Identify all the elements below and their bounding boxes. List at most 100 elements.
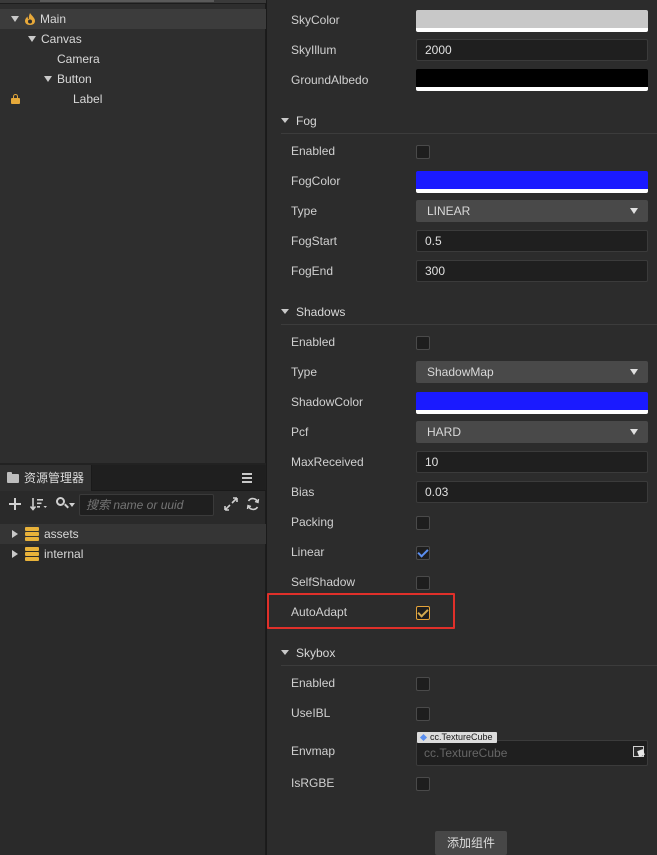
assets-toolbar <box>0 493 266 519</box>
envmap-type-tag: cc.TextureCube <box>417 732 497 743</box>
linear-label: Linear <box>291 545 325 559</box>
envmap-placeholder: cc.TextureCube <box>424 746 508 760</box>
asset-db-assets[interactable]: assets <box>0 524 266 544</box>
section-title: Skybox <box>296 646 336 660</box>
tree-label: Button <box>57 72 92 86</box>
sort-icon[interactable] <box>30 497 48 511</box>
assets-panel: 资源管理器 搜索 name or uuid assets internal <box>0 465 266 855</box>
skybox-enabled-label: Enabled <box>291 676 336 690</box>
fog-end-input[interactable]: 300 <box>416 260 648 282</box>
tree-label: Camera <box>57 52 100 66</box>
dropdown-arrow-icon <box>630 369 638 375</box>
assets-tabbar: 资源管理器 <box>0 465 266 491</box>
inspector-panel: SkyColor SkyIllum 2000 GroundAlbedo Fog … <box>266 0 657 855</box>
sky-color-label: SkyColor <box>291 13 340 27</box>
expand-caret-icon[interactable] <box>27 29 37 49</box>
collapse-caret-icon[interactable] <box>281 118 289 123</box>
shadows-type-select[interactable]: ShadowMap <box>416 361 648 383</box>
tree-label: Main <box>40 12 67 26</box>
use-ibl-label: UseIBL <box>291 706 331 720</box>
database-icon <box>25 547 39 561</box>
expand-caret-icon[interactable] <box>10 9 20 29</box>
shadow-color-label: ShadowColor <box>291 395 364 409</box>
asset-label: internal <box>44 547 84 561</box>
max-received-input[interactable]: 10 <box>416 451 648 473</box>
shadows-section-header[interactable]: Shadows <box>267 300 657 324</box>
expand-caret-icon[interactable] <box>9 544 19 564</box>
add-asset-icon[interactable] <box>9 498 21 510</box>
tree-node-camera[interactable]: Camera <box>0 49 266 69</box>
dropdown-arrow-icon <box>630 208 638 214</box>
fog-type-select[interactable]: LINEAR <box>416 200 648 222</box>
skybox-enabled-checkbox[interactable] <box>416 677 430 691</box>
envmap-label: Envmap <box>291 744 336 758</box>
tree-label: Canvas <box>41 32 82 46</box>
shadows-enabled-label: Enabled <box>291 335 336 349</box>
search-type-icon[interactable] <box>56 497 75 511</box>
is-rgbe-label: IsRGBE <box>291 776 335 790</box>
bias-label: Bias <box>291 485 315 499</box>
hierarchy-toolbar <box>0 0 266 4</box>
menu-icon[interactable] <box>242 473 252 483</box>
section-title: Shadows <box>296 305 346 319</box>
folder-icon <box>7 472 19 483</box>
lock-icon[interactable] <box>11 94 20 104</box>
sky-color-field[interactable] <box>416 10 648 32</box>
linear-checkbox[interactable] <box>416 546 430 560</box>
tree-label: Label <box>73 92 103 106</box>
add-component-button[interactable]: 添加组件 <box>435 831 507 855</box>
sky-illum-label: SkyIllum <box>291 43 337 57</box>
assets-panel-title: 资源管理器 <box>24 471 85 485</box>
bias-input[interactable]: 0.03 <box>416 481 648 503</box>
pcf-label: Pcf <box>291 425 309 439</box>
left-column: Main Canvas Camera Button Label 资源管理器 搜索… <box>0 0 266 855</box>
tree-node-button[interactable]: Button <box>0 69 266 89</box>
asset-label: assets <box>44 527 79 541</box>
fog-start-input[interactable]: 0.5 <box>416 230 648 252</box>
section-title: Fog <box>296 114 317 128</box>
search-input[interactable] <box>79 494 214 516</box>
packing-checkbox[interactable] <box>416 516 430 530</box>
use-ibl-checkbox[interactable] <box>416 707 430 721</box>
database-icon <box>25 527 39 541</box>
hierarchy-panel: Main Canvas Camera Button Label <box>0 0 266 463</box>
shadow-color-field[interactable] <box>416 392 648 414</box>
fog-enabled-checkbox[interactable] <box>416 145 430 159</box>
asset-picker-icon[interactable] <box>633 746 644 757</box>
highlight-annotation-box <box>267 593 455 629</box>
select-value: LINEAR <box>427 204 471 218</box>
expand-caret-icon[interactable] <box>43 69 53 89</box>
tree-node-label[interactable]: Label <box>0 89 266 109</box>
fog-type-label: Type <box>291 204 318 218</box>
max-received-label: MaxReceived <box>291 455 364 469</box>
self-shadow-checkbox[interactable] <box>416 576 430 590</box>
is-rgbe-checkbox[interactable] <box>416 777 430 791</box>
tree-node-main[interactable]: Main <box>0 9 266 29</box>
ground-albedo-label: GroundAlbedo <box>291 73 369 87</box>
expand-all-icon[interactable] <box>224 497 238 511</box>
fog-enabled-label: Enabled <box>291 144 336 158</box>
tree-node-canvas[interactable]: Canvas <box>0 29 266 49</box>
select-value: ShadowMap <box>427 365 494 379</box>
fog-color-field[interactable] <box>416 171 648 193</box>
sky-illum-input[interactable]: 2000 <box>416 39 648 61</box>
tab-assets[interactable]: 资源管理器 <box>0 465 92 491</box>
collapse-caret-icon[interactable] <box>281 309 289 314</box>
refresh-icon[interactable] <box>246 497 260 511</box>
self-shadow-label: SelfShadow <box>291 575 356 589</box>
select-value: HARD <box>427 425 462 439</box>
skybox-section-header[interactable]: Skybox <box>267 641 657 665</box>
fog-end-label: FogEnd <box>291 264 334 278</box>
pcf-select[interactable]: HARD <box>416 421 648 443</box>
packing-label: Packing <box>291 515 334 529</box>
fog-color-label: FogColor <box>291 174 341 188</box>
expand-caret-icon[interactable] <box>9 524 19 544</box>
collapse-caret-icon[interactable] <box>281 650 289 655</box>
fog-section-header[interactable]: Fog <box>267 109 657 133</box>
ground-albedo-field[interactable] <box>416 69 648 91</box>
envmap-asset-field[interactable]: cc.TextureCube <box>416 740 648 766</box>
shadows-enabled-checkbox[interactable] <box>416 336 430 350</box>
scene-icon <box>25 13 35 25</box>
asset-db-internal[interactable]: internal <box>0 544 266 564</box>
fog-start-label: FogStart <box>291 234 338 248</box>
